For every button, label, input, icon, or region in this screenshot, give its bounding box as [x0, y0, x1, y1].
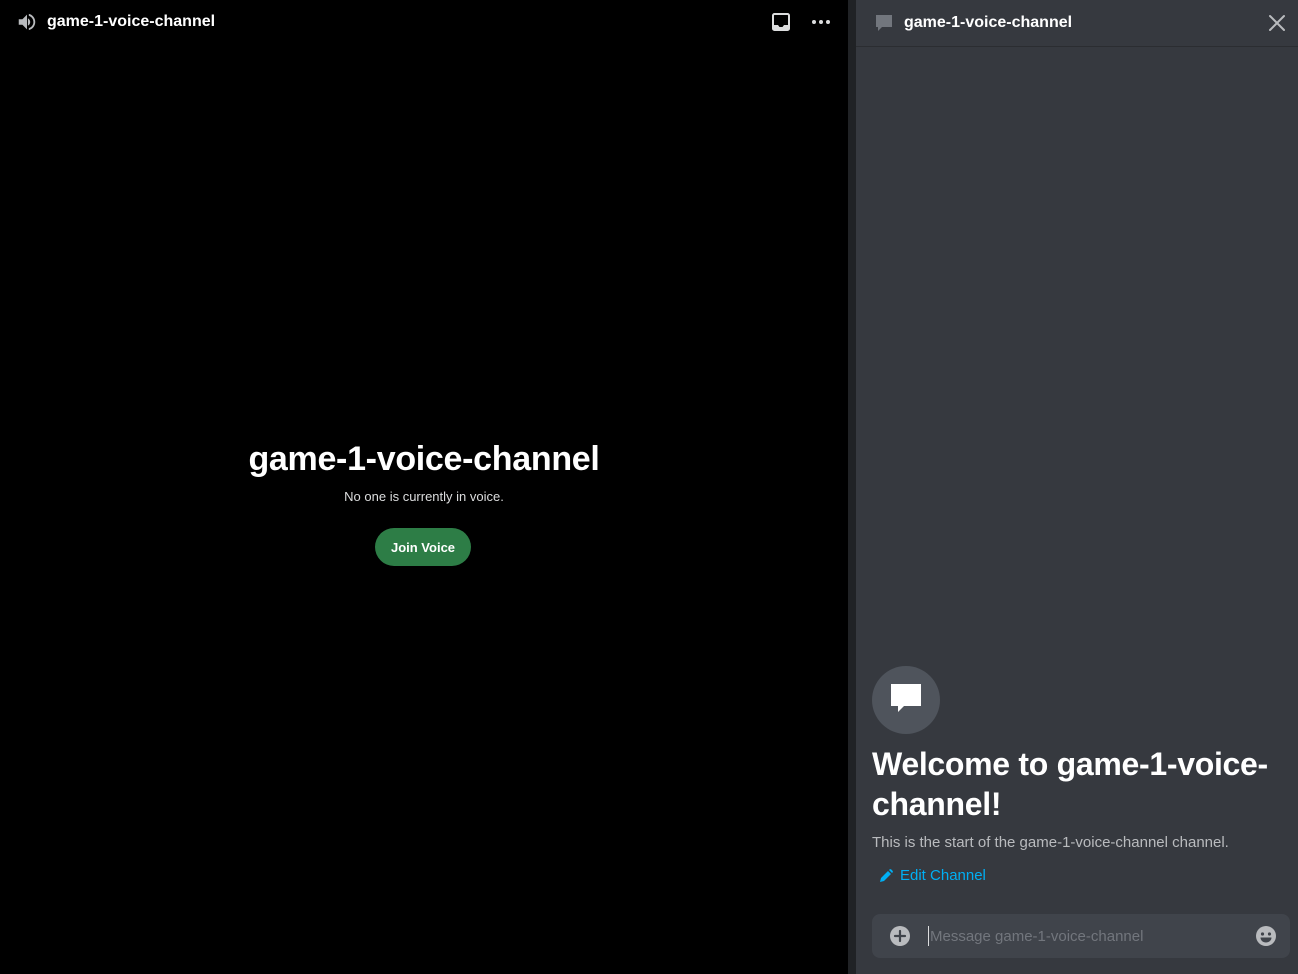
edit-channel-label: Edit Channel	[900, 867, 986, 884]
chat-bubble-icon	[874, 13, 894, 33]
close-icon[interactable]	[1266, 12, 1288, 34]
inbox-icon[interactable]	[770, 11, 792, 33]
voice-stage: game-1-voice-channel game-1-voice-channe…	[0, 0, 848, 974]
channel-welcome: Welcome to game-1-voice-channel! This is…	[872, 666, 1282, 884]
add-circle-icon[interactable]	[888, 924, 912, 948]
voice-status-text: No one is currently in voice.	[344, 489, 504, 504]
welcome-description: This is the start of the game-1-voice-ch…	[872, 834, 1229, 851]
speaker-icon	[16, 11, 38, 33]
message-input[interactable]	[928, 926, 1254, 946]
pencil-icon	[878, 868, 894, 884]
chat-panel: game-1-voice-channel Welcome to game-1-v…	[856, 0, 1298, 974]
voice-channel-name: game-1-voice-channel	[248, 440, 600, 478]
chat-bubble-icon	[888, 680, 924, 721]
more-options-icon[interactable]	[810, 11, 832, 33]
pane-divider[interactable]	[848, 0, 856, 974]
channel-avatar	[872, 666, 940, 734]
message-composer	[872, 914, 1290, 958]
welcome-heading: Welcome to game-1-voice-channel!	[872, 746, 1268, 822]
chat-header: game-1-voice-channel	[856, 0, 1298, 47]
app-window: game-1-voice-channel game-1-voice-channe…	[0, 0, 1298, 974]
chat-header-title: game-1-voice-channel	[904, 14, 1073, 31]
voice-header: game-1-voice-channel	[0, 0, 848, 44]
voice-channel-title: game-1-voice-channel	[47, 13, 216, 30]
voice-empty-state: game-1-voice-channel No one is currently…	[0, 440, 848, 566]
edit-channel-link[interactable]: Edit Channel	[878, 867, 1282, 884]
join-voice-button[interactable]: Join Voice	[375, 528, 471, 566]
emoji-icon[interactable]	[1254, 924, 1278, 948]
voice-header-actions	[770, 0, 832, 44]
